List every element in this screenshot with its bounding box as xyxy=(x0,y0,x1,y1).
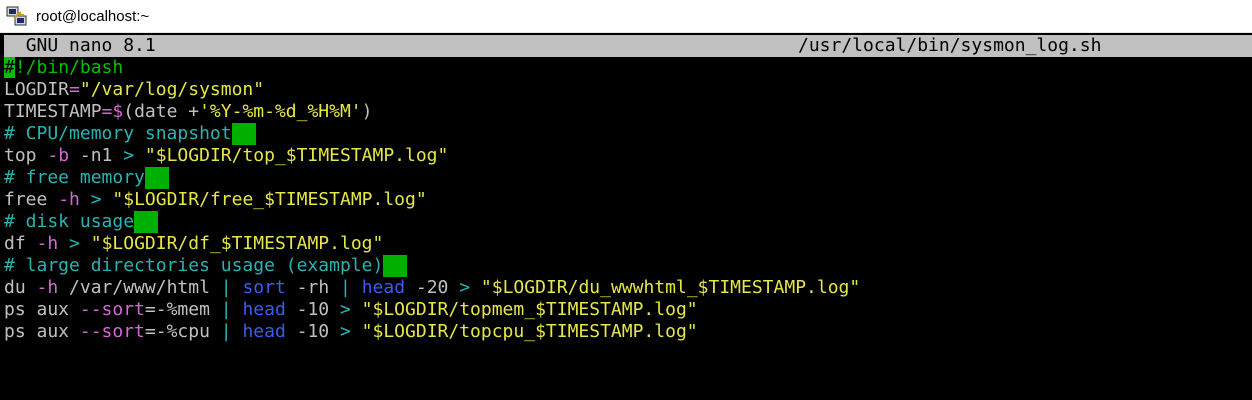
code-line[interactable]: top -b -n1 > "$LOGDIR/top_$TIMESTAMP.log… xyxy=(4,145,1252,167)
code-token: > xyxy=(123,145,135,166)
code-token: "$LOGDIR/free_$TIMESTAMP.log" xyxy=(112,189,427,210)
code-token: ps aux xyxy=(4,299,80,320)
code-token: -10 xyxy=(285,299,340,320)
code-token: ps aux xyxy=(4,321,80,342)
code-line[interactable]: du -h /var/www/html | sort -rh | head -2… xyxy=(4,277,1252,299)
code-token: > xyxy=(459,277,471,298)
code-token: | xyxy=(220,321,232,342)
code-token: top xyxy=(4,145,48,166)
code-token: # CPU/memory snapshot xyxy=(4,123,232,144)
code-token: df xyxy=(4,233,37,254)
code-line[interactable]: ps aux --sort=-%cpu | head -10 > "$LOGDI… xyxy=(4,321,1252,343)
nano-header-bar: GNU nano 8.1 /usr/local/bin/sysmon_log.s… xyxy=(4,35,1252,57)
code-token: "$LOGDIR/topcpu_$TIMESTAMP.log" xyxy=(361,321,698,342)
trailing-whitespace-marker xyxy=(134,211,159,233)
code-token: # large directories usage (example) xyxy=(4,255,384,276)
window-title: root@localhost:~ xyxy=(36,7,150,25)
code-token: LOGDIR xyxy=(4,79,70,100)
code-line[interactable]: # CPU/memory snapshot xyxy=(4,123,1252,145)
code-token: # free memory xyxy=(4,167,145,188)
nano-editor-buffer[interactable]: #!/bin/bash LOGDIR="/var/log/sysmon" TIMES… xyxy=(4,57,1252,343)
code-token: "/var/log/sysmon" xyxy=(79,79,265,100)
code-token: --sort xyxy=(79,321,145,342)
code-line[interactable]: # disk usage xyxy=(4,211,1252,233)
code-line[interactable]: LOGDIR="/var/log/sysmon" xyxy=(4,79,1252,101)
code-token: "$LOGDIR/du_wwwhtml_$TIMESTAMP.log" xyxy=(480,277,861,298)
code-line[interactable]: # large directories usage (example) xyxy=(4,255,1252,277)
code-token: -10 xyxy=(285,321,340,342)
code-token: -20 xyxy=(405,277,460,298)
code-line[interactable]: # free memory xyxy=(4,167,1252,189)
trailing-whitespace-marker xyxy=(144,167,169,189)
code-token: -rh xyxy=(285,277,340,298)
trailing-whitespace-marker xyxy=(231,123,256,145)
code-line[interactable]: #!/bin/bash xyxy=(4,57,1252,79)
code-token: head xyxy=(361,277,406,298)
code-line[interactable]: ps aux --sort=-%mem | head -10 > "$LOGDI… xyxy=(4,299,1252,321)
code-token: /var/www/html xyxy=(58,277,221,298)
code-token: "$LOGDIR/top_$TIMESTAMP.log" xyxy=(144,145,449,166)
code-token: | xyxy=(220,277,232,298)
code-token: head xyxy=(242,299,286,320)
code-line[interactable]: free -h > "$LOGDIR/free_$TIMESTAMP.log" xyxy=(4,189,1252,211)
code-token: > xyxy=(339,321,351,342)
code-token: free xyxy=(4,189,59,210)
window-titlebar[interactable]: root@localhost:~ xyxy=(0,0,1252,33)
code-token: | xyxy=(220,299,232,320)
code-token: =-%mem xyxy=(144,299,221,320)
code-token: '%Y-%m-%d_%H%M' xyxy=(199,101,362,122)
code-token: # disk usage xyxy=(4,211,135,232)
code-token: head xyxy=(242,321,286,342)
code-token: "$LOGDIR/topmem_$TIMESTAMP.log" xyxy=(361,299,698,320)
code-token: (date + xyxy=(123,101,200,122)
code-token: =$ xyxy=(101,101,124,122)
code-token: du xyxy=(4,277,37,298)
code-token: sort xyxy=(242,277,286,298)
trailing-whitespace-marker xyxy=(383,255,408,277)
code-token: -h xyxy=(36,277,59,298)
code-token: ) xyxy=(361,101,373,122)
code-token: "$LOGDIR/df_$TIMESTAMP.log" xyxy=(90,233,384,254)
code-token: --sort xyxy=(79,299,145,320)
putty-icon[interactable] xyxy=(6,5,28,27)
nano-version-text: GNU nano 8.1 xyxy=(25,35,156,56)
code-token: | xyxy=(340,277,351,298)
code-token: > xyxy=(339,299,351,320)
code-line[interactable]: df -h > "$LOGDIR/df_$TIMESTAMP.log" xyxy=(4,233,1252,255)
terminal-area[interactable]: GNU nano 8.1 /usr/local/bin/sysmon_log.s… xyxy=(0,33,1252,400)
code-token: =-%cpu xyxy=(144,321,221,342)
nano-version-label: GNU nano 8.1 xyxy=(4,35,156,57)
code-token: !/bin/bash xyxy=(14,57,124,78)
code-token: -h xyxy=(36,233,59,254)
code-line[interactable]: TIMESTAMP=$(date +'%Y-%m-%d_%H%M') xyxy=(4,101,1252,123)
text-cursor: # xyxy=(4,57,15,78)
code-token: -b xyxy=(47,145,70,166)
code-token: = xyxy=(69,79,80,100)
code-token: TIMESTAMP xyxy=(4,101,102,122)
nano-file-path: /usr/local/bin/sysmon_log.sh xyxy=(798,35,1102,56)
code-token: > xyxy=(69,233,80,254)
code-token: > xyxy=(90,189,102,210)
code-token: -h xyxy=(58,189,80,210)
code-token: -n1 xyxy=(69,145,124,166)
